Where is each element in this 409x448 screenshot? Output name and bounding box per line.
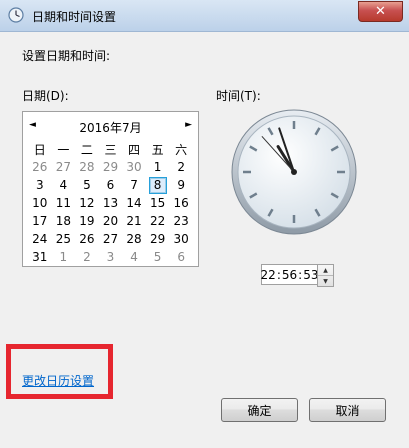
calendar-day[interactable]: 21: [122, 212, 146, 230]
calendar-day[interactable]: 2: [169, 158, 193, 176]
arrow-down-icon: ▼: [323, 277, 328, 285]
calendar-day[interactable]: 29: [146, 230, 170, 248]
calendar-day[interactable]: 10: [28, 194, 52, 212]
calendar-day[interactable]: 27: [99, 230, 123, 248]
calendar-day[interactable]: 3: [99, 248, 123, 266]
weekday-header: 日 一 二 三 四 五 六: [28, 140, 193, 158]
cancel-button[interactable]: 取消: [309, 398, 386, 422]
calendar-week: 26 27 28 29 30 1 2: [28, 158, 193, 176]
calendar-day[interactable]: 6: [169, 248, 193, 266]
calendar-day[interactable]: 28: [75, 158, 99, 176]
calendar-week: 24 25 26 27 28 29 30: [28, 230, 193, 248]
time-hours-field[interactable]: 22: [261, 268, 276, 282]
window-title: 日期和时间设置: [32, 10, 117, 24]
selected-day-label: 8: [148, 176, 167, 194]
calendar-day[interactable]: 24: [28, 230, 52, 248]
calendar-week: 17 18 19 20 21 22 23: [28, 212, 193, 230]
calendar-day[interactable]: 22: [146, 212, 170, 230]
calendar-day[interactable]: 30: [122, 158, 146, 176]
calendar-day[interactable]: 25: [52, 230, 76, 248]
calendar-day[interactable]: 28: [122, 230, 146, 248]
calendar-day[interactable]: 9: [169, 176, 193, 194]
calendar-day[interactable]: 5: [75, 176, 99, 194]
calendar-week: 31 1 2 3 4 5 6: [28, 248, 193, 266]
time-minutes-field[interactable]: 56: [282, 268, 297, 282]
calendar-day[interactable]: 15: [146, 194, 170, 212]
calendar-week: 3 4 5 6 7 8 9: [28, 176, 193, 194]
calendar-day[interactable]: 26: [28, 158, 52, 176]
ok-button[interactable]: 确定: [221, 398, 298, 422]
calendar-day[interactable]: 14: [122, 194, 146, 212]
change-calendar-settings-link[interactable]: 更改日历设置: [22, 372, 94, 389]
calendar-day[interactable]: 5: [146, 248, 170, 266]
calendar-day[interactable]: 17: [28, 212, 52, 230]
calendar-day[interactable]: 19: [75, 212, 99, 230]
time-input[interactable]: 22 : 56 : 53: [261, 264, 318, 285]
weekday-label: 一: [57, 142, 70, 157]
weekday-label: 四: [128, 142, 141, 157]
calendar-month-title[interactable]: 2016年7月: [23, 119, 198, 136]
calendar: ◄ 2016年7月 ► 日 一 二 三 四 五 六 26 27 28 29 30…: [22, 111, 199, 267]
calendar-day[interactable]: 12: [75, 194, 99, 212]
next-month-icon[interactable]: ►: [185, 120, 192, 130]
calendar-day[interactable]: 2: [75, 248, 99, 266]
weekday-label: 二: [80, 142, 93, 157]
date-label: 日期(D):: [22, 89, 69, 103]
calendar-day[interactable]: 30: [169, 230, 193, 248]
calendar-day[interactable]: 26: [75, 230, 99, 248]
calendar-day[interactable]: 6: [99, 176, 123, 194]
calendar-day[interactable]: 13: [99, 194, 123, 212]
spin-down-button[interactable]: ▼: [318, 276, 333, 286]
spin-up-button[interactable]: ▲: [318, 265, 333, 276]
arrow-up-icon: ▲: [323, 266, 328, 274]
calendar-day[interactable]: 11: [52, 194, 76, 212]
calendar-day[interactable]: 7: [122, 176, 146, 194]
calendar-day[interactable]: 3: [28, 176, 52, 194]
time-spinner: ▲ ▼: [317, 264, 334, 287]
close-icon: ✕: [375, 4, 386, 19]
calendar-day[interactable]: 4: [122, 248, 146, 266]
weekday-label: 三: [104, 142, 117, 157]
calendar-day[interactable]: 29: [99, 158, 123, 176]
calendar-day[interactable]: 18: [52, 212, 76, 230]
calendar-day[interactable]: 1: [52, 248, 76, 266]
analog-clock: [231, 109, 357, 235]
time-label: 时间(T):: [216, 89, 261, 103]
calendar-day[interactable]: 31: [28, 248, 52, 266]
weekday-label: 五: [151, 142, 164, 157]
clock-window-icon: [8, 7, 24, 23]
weekday-label: 日: [33, 142, 46, 157]
title-bar: 日期和时间设置 ✕: [0, 0, 409, 32]
dialog-heading: 设置日期和时间:: [22, 49, 111, 63]
calendar-day[interactable]: 23: [169, 212, 193, 230]
close-button[interactable]: ✕: [358, 1, 403, 22]
calendar-day[interactable]: 27: [52, 158, 76, 176]
calendar-day[interactable]: 4: [52, 176, 76, 194]
calendar-week: 10 11 12 13 14 15 16: [28, 194, 193, 212]
calendar-grid: 日 一 二 三 四 五 六 26 27 28 29 30 1 2 3 4 5 6…: [28, 140, 193, 266]
calendar-day[interactable]: 1: [146, 158, 170, 176]
weekday-label: 六: [175, 142, 188, 157]
calendar-day-selected[interactable]: 8: [146, 176, 170, 194]
calendar-day[interactable]: 20: [99, 212, 123, 230]
calendar-day[interactable]: 16: [169, 194, 193, 212]
